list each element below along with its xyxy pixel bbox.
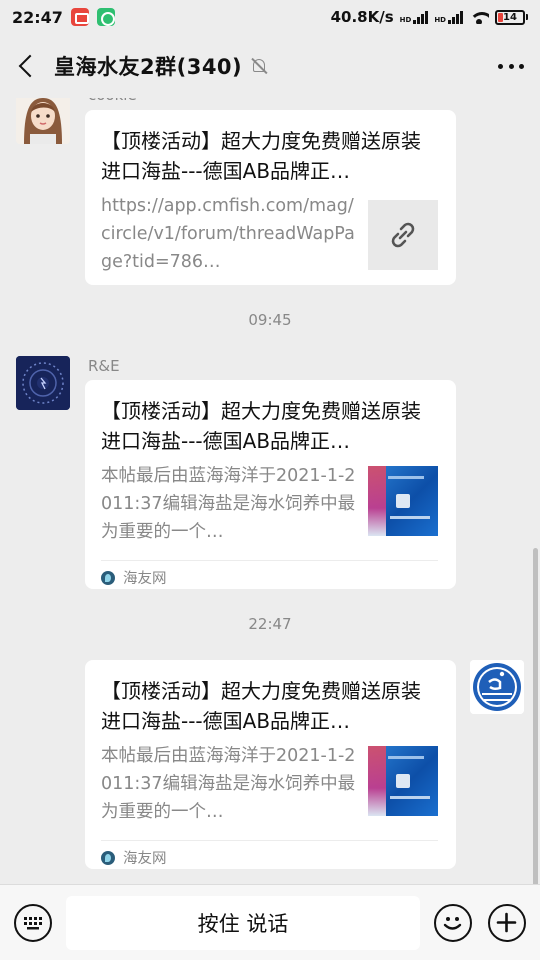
card-description: 本帖最后由蓝海海洋于2021-1-2011:37编辑海盐是海水饲养中最为重要的一… <box>101 466 356 542</box>
emoji-icon[interactable] <box>434 903 472 942</box>
haiyou-logo-icon <box>101 570 115 585</box>
article-thumbnail <box>368 746 438 816</box>
notification-app-icon <box>96 8 115 26</box>
article-thumbnail <box>368 466 438 536</box>
status-bar: 22:47 40.8K/s HD HD 14 <box>0 0 540 34</box>
link-card[interactable]: 【顶楼活动】超大力度免费赠送原装进口海盐---德国AB品牌正… https://… <box>85 110 456 285</box>
battery-icon: 14 <box>495 9 528 25</box>
message-list[interactable]: cookie 【顶楼活动】超大力度免费赠送原装进口海盐---德国AB品牌正… h… <box>0 98 540 884</box>
status-time: 22:47 <box>12 7 63 27</box>
card-source: 海友网 <box>101 560 438 594</box>
scrollbar[interactable] <box>533 548 538 884</box>
card-title: 【顶楼活动】超大力度免费赠送原装进口海盐---德国AB品牌正… <box>101 399 421 453</box>
source-name: 海友网 <box>123 851 167 867</box>
input-bar: 按住 说话 <box>0 884 540 960</box>
card-source: 海友网 <box>101 840 438 874</box>
plus-icon[interactable] <box>488 903 526 942</box>
avatar-re[interactable] <box>16 356 70 410</box>
card-description: https://app.cmfish.com/mag/circle/v1/for… <box>101 196 355 272</box>
signal-icon: HD <box>400 10 429 24</box>
mute-bell-icon <box>250 57 268 75</box>
source-name: 海友网 <box>123 571 167 587</box>
time-divider: 09:45 <box>248 311 292 329</box>
chat-title: 皇海水友2群(340) <box>54 55 243 79</box>
battery-level: 14 <box>503 11 517 23</box>
card-title: 【顶楼活动】超大力度免费赠送原装进口海盐---德国AB品牌正… <box>101 129 421 183</box>
link-card[interactable]: 【顶楼活动】超大力度免费赠送原装进口海盐---德国AB品牌正… 本帖最后由蓝海海… <box>85 380 456 589</box>
network-speed: 40.8K/s <box>330 8 394 26</box>
time-divider: 22:47 <box>248 615 292 633</box>
sender-name: R&E <box>88 357 120 375</box>
haiyou-logo-icon <box>101 850 115 865</box>
back-arrow-icon[interactable] <box>14 52 42 80</box>
wifi-icon <box>469 10 489 24</box>
avatar-self[interactable] <box>470 660 524 714</box>
link-card[interactable]: 【顶楼活动】超大力度免费赠送原装进口海盐---德国AB品牌正… 本帖最后由蓝海海… <box>85 660 456 869</box>
signal-icon-2: HD <box>434 10 463 24</box>
hold-to-talk-button[interactable]: 按住 说话 <box>66 895 420 950</box>
keyboard-icon[interactable] <box>14 903 52 942</box>
sender-name: cookie <box>88 98 137 104</box>
more-options-icon[interactable] <box>494 52 528 80</box>
chat-header: 皇海水友2群(340) <box>0 34 540 98</box>
link-thumbnail <box>368 200 438 270</box>
avatar-cookie[interactable] <box>16 98 70 144</box>
card-title: 【顶楼活动】超大力度免费赠送原装进口海盐---德国AB品牌正… <box>101 679 421 733</box>
calendar-app-icon <box>70 8 89 26</box>
link-icon <box>391 222 415 248</box>
card-description: 本帖最后由蓝海海洋于2021-1-2011:37编辑海盐是海水饲养中最为重要的一… <box>101 746 356 822</box>
